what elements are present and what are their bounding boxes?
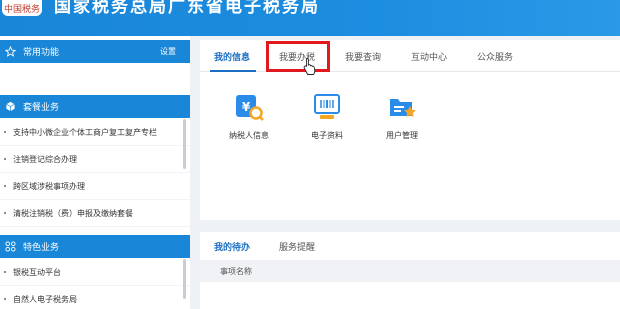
sidebar-item-label: 注销登记综合办理 (13, 154, 77, 164)
sidebar-item-label: 银税互动平台 (13, 267, 61, 277)
tab-service-reminder[interactable]: 服务提醒 (264, 232, 330, 260)
feature-label: 纳税人信息 (229, 131, 269, 140)
sidebar-section-special-title: 特色业务 (23, 243, 60, 253)
sidebar-item-fugong[interactable]: 支持中小微企业个体工商户复工复产专栏 (0, 119, 190, 146)
sidebar-section-common[interactable]: 常用功能 设置 (0, 40, 190, 63)
sidebar: 常用功能 设置 套餐业务 支持中小微企业个体工商户复工复产专栏 注销登记综合办理… (0, 36, 190, 309)
package-icon (4, 101, 16, 113)
hand-cursor-icon (303, 57, 317, 75)
sidebar-item-zhuxiao[interactable]: 注销登记综合办理 (0, 146, 190, 173)
user-management-icon (387, 92, 417, 122)
sidebar-section-special[interactable]: 特色业务 (0, 235, 190, 258)
feature-label: 用户管理 (386, 131, 418, 140)
active-tab-underline (210, 70, 256, 72)
bullet-icon (4, 185, 6, 187)
todo-tabs: 我的待办 服务提醒 (200, 232, 620, 260)
sidebar-section-package-title: 套餐业务 (23, 103, 60, 113)
tab-my-info[interactable]: 我的信息 (200, 40, 264, 72)
highlight-box (266, 41, 330, 72)
feature-taxpayer-info[interactable]: ¥ 纳税人信息 (214, 92, 284, 141)
sidebar-item-label: 自然人电子税务局 (13, 294, 77, 304)
bullet-icon (4, 158, 6, 160)
top-banner: 中国税务 国家税务总局广东省电子税务局 (0, 0, 620, 36)
sidebar-section-package[interactable]: 套餐业务 (0, 95, 190, 118)
sidebar-item-ziranren[interactable]: 自然人电子税务局 (0, 286, 190, 309)
sidebar-item-qingshui[interactable]: 清税注销税（费）申报及缴纳套餐 (0, 200, 190, 227)
bullet-icon (4, 298, 6, 300)
sidebar-item-kuaquyu[interactable]: 跨区域涉税事项办理 (0, 173, 190, 200)
sidebar-item-yinshui[interactable]: 银税互动平台 (0, 259, 190, 286)
feature-label: 电子资料 (311, 131, 343, 140)
main-panel: 我的信息 我要办税 我要查询 互动中心 公众服务 ¥ 纳税人信息 电子资料 用户… (200, 40, 620, 220)
star-icon (4, 46, 16, 58)
bullet-icon (4, 271, 6, 273)
taxpayer-info-icon: ¥ (234, 92, 264, 122)
sidebar-item-label: 跨区域涉税事项办理 (13, 181, 85, 191)
bullet-icon (4, 212, 6, 214)
main-tabs: 我的信息 我要办税 我要查询 互动中心 公众服务 (200, 40, 620, 72)
site-title: 国家税务总局广东省电子税务局 (54, 0, 320, 17)
special-menu-list: 银税互动平台 自然人电子税务局 (0, 259, 190, 309)
electronic-documents-icon (312, 92, 342, 122)
sidebar-section-common-title: 常用功能 (23, 48, 60, 58)
tab-query[interactable]: 我要查询 (330, 40, 396, 72)
tab-my-todo[interactable]: 我的待办 (200, 232, 264, 260)
bullet-icon (4, 131, 6, 133)
feature-user-management[interactable]: 用户管理 (367, 92, 437, 141)
sidebar-item-label: 支持中小微企业个体工商户复工复产专栏 (13, 127, 157, 137)
feature-electronic-documents[interactable]: 电子资料 (292, 92, 362, 141)
todo-panel: 我的待办 服务提醒 事项名称 (200, 232, 620, 309)
package-scrollbar[interactable] (183, 119, 186, 169)
package-menu-list: 支持中小微企业个体工商户复工复产专栏 注销登记综合办理 跨区域涉税事项办理 清税… (0, 119, 190, 227)
tax-logo: 中国税务 (2, 0, 42, 16)
special-scrollbar[interactable] (183, 259, 186, 299)
settings-link[interactable]: 设置 (160, 46, 176, 57)
column-header-item-name: 事项名称 (220, 266, 252, 276)
todo-table-header: 事项名称 (200, 260, 620, 282)
tab-public-service[interactable]: 公众服务 (462, 40, 528, 72)
sidebar-item-label: 清税注销税（费）申报及缴纳套餐 (13, 208, 133, 218)
tab-interaction[interactable]: 互动中心 (396, 40, 462, 72)
grid-icon (4, 241, 16, 253)
